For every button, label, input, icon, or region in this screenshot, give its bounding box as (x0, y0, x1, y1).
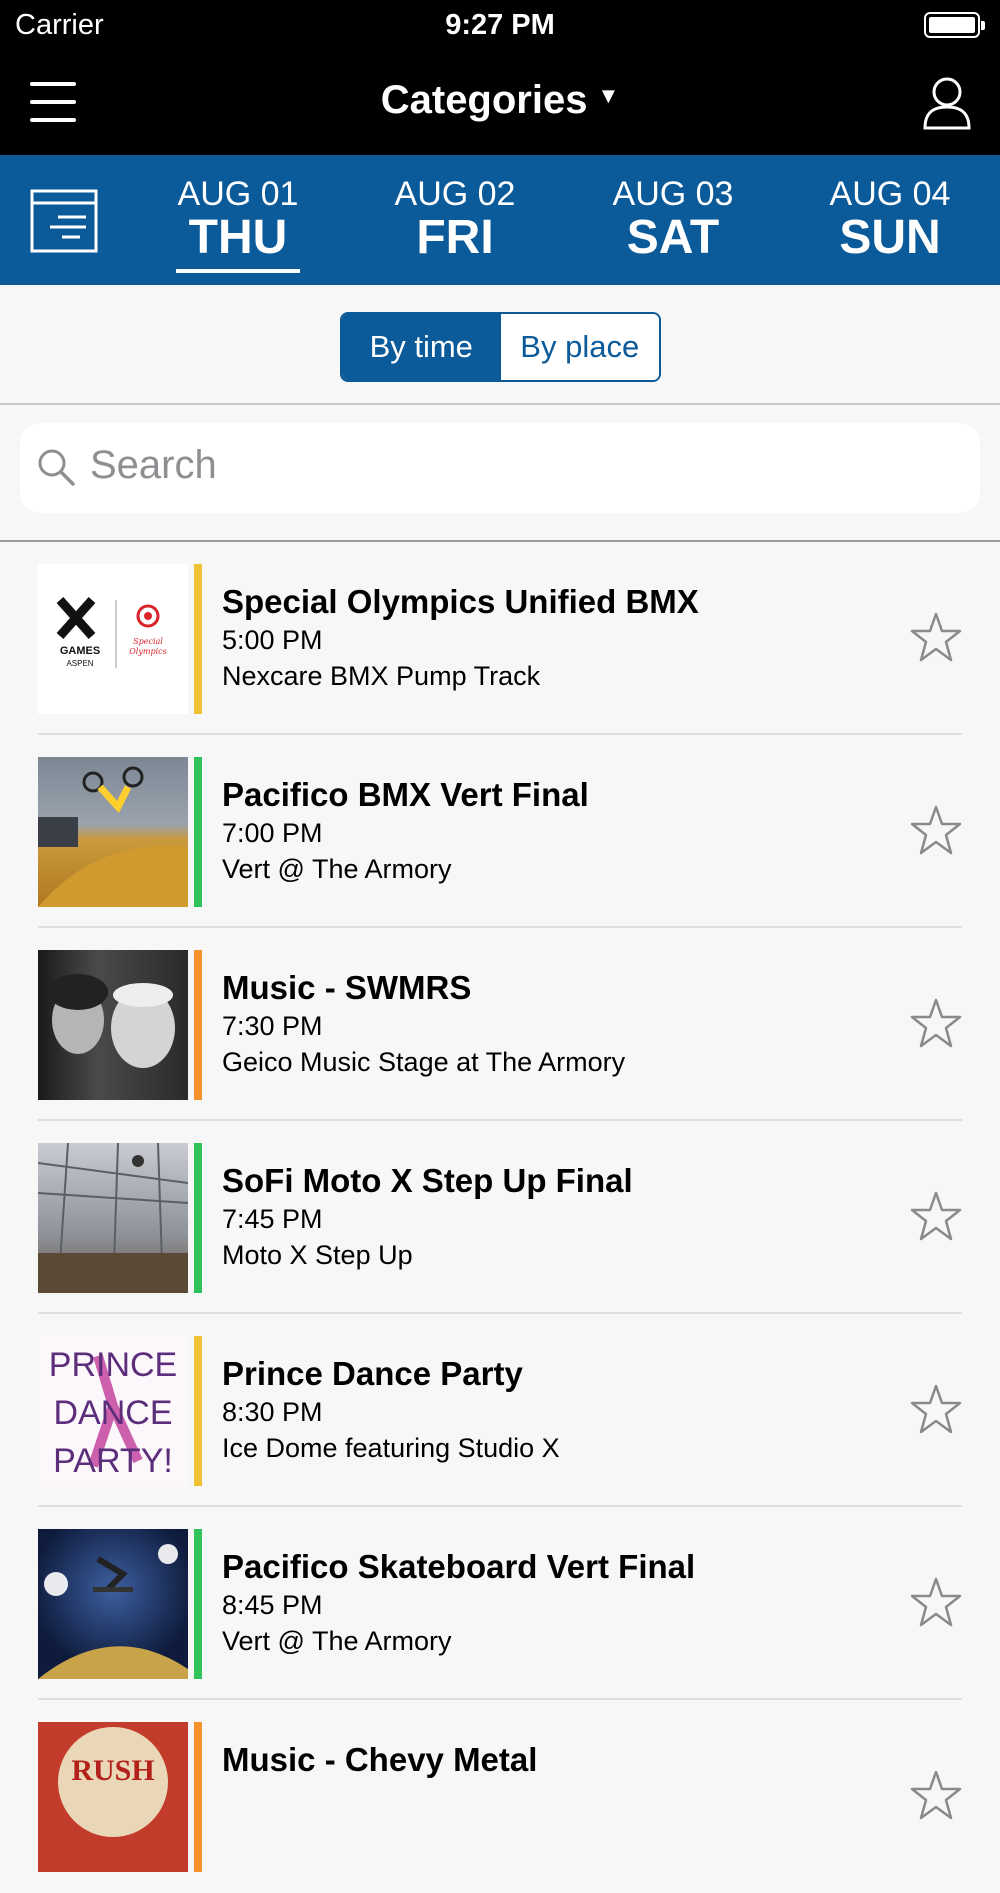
event-time: 7:00 PM (222, 818, 323, 848)
user-profile-icon[interactable] (922, 74, 972, 130)
category-color-bar (194, 564, 202, 714)
date-tab-aug-04[interactable]: AUG 04 SUN (800, 175, 980, 263)
caret-down-icon: ▼ (597, 83, 620, 109)
date-selector: AUG 01 THU AUG 02 FRI AUG 03 SAT AUG 04 … (0, 155, 1000, 285)
date-month: AUG 02 (394, 175, 516, 213)
event-row[interactable]: SoFi Moto X Step Up Final 7:45 PM Moto X… (0, 1121, 1000, 1314)
favorite-star-icon[interactable] (910, 1577, 962, 1627)
event-list: GAMES ASPEN Special Olympics Special Oly… (0, 542, 1000, 1893)
search-placeholder: Search (90, 443, 217, 487)
event-thumbnail (38, 1529, 188, 1679)
event-title: Music - SWMRS (222, 969, 472, 1006)
date-month: AUG 04 (829, 175, 951, 213)
event-time: 8:30 PM (222, 1397, 323, 1427)
search-icon (38, 449, 75, 486)
prince-line-3: PARTY! (53, 1442, 173, 1480)
clock: 9:27 PM (445, 9, 555, 41)
event-row[interactable]: Pacifico BMX Vert Final 7:00 PM Vert @ T… (0, 735, 1000, 928)
battery-icon (924, 12, 985, 38)
event-time: 7:45 PM (222, 1204, 323, 1234)
event-location: Vert @ The Armory (222, 1626, 452, 1656)
event-thumbnail: RUSH (38, 1722, 188, 1872)
favorite-star-icon[interactable] (910, 1191, 962, 1241)
event-location: Moto X Step Up (222, 1240, 413, 1270)
search-bar: Search (0, 405, 1000, 542)
event-title: SoFi Moto X Step Up Final (222, 1162, 633, 1199)
prince-line-1: PRINCE (49, 1346, 177, 1384)
special-olympics-text-2: Olympics (129, 647, 167, 656)
event-thumbnail: GAMES ASPEN Special Olympics (38, 564, 188, 714)
event-title: Music - Chevy Metal (222, 1741, 538, 1778)
event-location: Nexcare BMX Pump Track (222, 661, 541, 691)
date-tab-aug-03[interactable]: AUG 03 SAT (583, 175, 763, 263)
date-weekday: THU (188, 211, 288, 264)
event-time: 5:00 PM (222, 625, 323, 655)
active-date-indicator (176, 269, 300, 273)
category-color-bar (194, 1722, 202, 1872)
event-row[interactable]: Pacifico Skateboard Vert Final 8:45 PM V… (0, 1507, 1000, 1700)
favorite-star-icon[interactable] (910, 998, 962, 1048)
event-thumbnail (38, 950, 188, 1100)
status-bar: Carrier 9:27 PM (0, 0, 1000, 52)
date-weekday: SAT (626, 211, 720, 264)
date-weekday: FRI (416, 211, 494, 264)
category-color-bar (194, 1529, 202, 1679)
date-tab-aug-02[interactable]: AUG 02 FRI (365, 175, 545, 263)
event-location: Vert @ The Armory (222, 854, 452, 884)
date-month: AUG 03 (612, 175, 734, 213)
event-row[interactable]: Music - SWMRS 7:30 PM Geico Music Stage … (0, 928, 1000, 1121)
event-thumbnail (38, 757, 188, 907)
event-time: 7:30 PM (222, 1011, 323, 1041)
category-color-bar (194, 1143, 202, 1293)
by-place-segment[interactable]: By place (500, 314, 659, 380)
event-row[interactable]: GAMES ASPEN Special Olympics Special Oly… (0, 542, 1000, 735)
favorite-star-icon[interactable] (910, 805, 962, 855)
sort-segment-bar: By time By place (0, 285, 1000, 405)
event-thumbnail: PRINCE DANCE PARTY! (38, 1336, 188, 1486)
event-title: Pacifico BMX Vert Final (222, 776, 589, 813)
page-title: Categories (380, 78, 588, 122)
event-row[interactable]: PRINCE DANCE PARTY! Prince Dance Party 8… (0, 1314, 1000, 1507)
xgames-logo-text: GAMES (60, 645, 100, 657)
date-month: AUG 01 (177, 175, 299, 213)
search-input[interactable]: Search (20, 423, 980, 513)
category-color-bar (194, 950, 202, 1100)
nav-bar: Categories ▼ (0, 52, 1000, 155)
favorite-star-icon[interactable] (910, 1384, 962, 1434)
event-time: 8:45 PM (222, 1590, 323, 1620)
sort-segmented-control: By time By place (340, 312, 661, 382)
category-color-bar (194, 1336, 202, 1486)
event-thumbnail (38, 1143, 188, 1293)
event-location: Geico Music Stage at The Armory (222, 1047, 626, 1077)
schedule-list-icon[interactable] (28, 185, 100, 257)
event-title: Pacifico Skateboard Vert Final (222, 1548, 696, 1585)
category-color-bar (194, 757, 202, 907)
prince-line-2: DANCE (53, 1394, 172, 1432)
categories-dropdown[interactable]: Categories ▼ (0, 78, 1000, 123)
date-tab-aug-01[interactable]: AUG 01 THU (148, 175, 328, 273)
xgames-aspen-text: ASPEN (66, 659, 93, 668)
event-location: Ice Dome featuring Studio X (222, 1433, 560, 1463)
date-weekday: SUN (839, 211, 941, 264)
by-time-segment[interactable]: By time (342, 314, 501, 380)
event-row[interactable]: RUSH Music - Chevy Metal (0, 1700, 1000, 1893)
special-olympics-text: Special (133, 637, 163, 646)
rush-logo-text: RUSH (71, 1754, 154, 1787)
event-title: Prince Dance Party (222, 1355, 523, 1392)
favorite-star-icon[interactable] (910, 612, 962, 662)
event-title: Special Olympics Unified BMX (222, 583, 699, 620)
